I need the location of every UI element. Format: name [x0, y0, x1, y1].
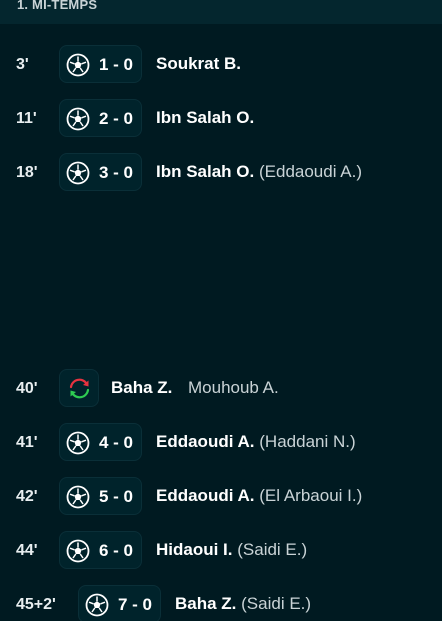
event-score: 1 - 0 — [99, 55, 134, 74]
match-events-panel: 1. MI-TEMPS 3' 1 - 0 Soukrat B. 11' 2 - … — [0, 0, 442, 621]
goal-scorer[interactable]: Ibn Salah O. — [156, 108, 254, 128]
event-minute: 45+2' — [16, 596, 56, 613]
substitution-icon — [69, 378, 90, 399]
event-minute: 3' — [16, 56, 29, 73]
event-minute: 41' — [16, 434, 38, 451]
assist-player[interactable]: (El Arbaoui I.) — [259, 486, 362, 505]
soccer-ball-icon — [66, 53, 90, 77]
soccer-ball-icon — [66, 107, 90, 131]
event-score: 7 - 0 — [118, 595, 153, 614]
event-score: 2 - 0 — [99, 109, 134, 128]
goal-badge: 2 - 0 — [59, 99, 142, 137]
soccer-ball-icon — [66, 539, 90, 563]
goal-event-row[interactable]: 42' 5 - 0 Eddaoudi A. (El Arbaoui I.) — [0, 477, 442, 517]
substitution-player-out[interactable]: Mouhoub A. — [188, 378, 279, 398]
period-header: 1. MI-TEMPS — [0, 0, 442, 24]
goal-scorer[interactable]: Soukrat B. — [156, 54, 241, 74]
event-minute: 11' — [16, 110, 37, 127]
goal-badge: 6 - 0 — [59, 531, 142, 569]
goal-badge: 3 - 0 — [59, 153, 142, 191]
goal-event-row[interactable]: 3' 1 - 0 Soukrat B. — [0, 45, 442, 85]
goal-scorer[interactable]: Eddaoudi A. (Haddani N.) — [156, 432, 356, 452]
substitution-badge — [59, 369, 99, 407]
goal-scorer[interactable]: Hidaoui I. (Saidi E.) — [156, 540, 307, 560]
soccer-ball-icon — [66, 485, 90, 509]
goal-badge: 4 - 0 — [59, 423, 142, 461]
goal-scorer[interactable]: Baha Z. (Saidi E.) — [175, 594, 311, 614]
assist-player[interactable]: (Saidi E.) — [241, 594, 311, 613]
event-minute: 18' — [16, 164, 38, 181]
assist-player[interactable]: (Saidi E.) — [237, 540, 307, 559]
event-score: 3 - 0 — [99, 163, 134, 182]
goal-badge: 5 - 0 — [59, 477, 142, 515]
period-title: 1. MI-TEMPS — [17, 0, 98, 12]
goal-scorer[interactable]: Eddaoudi A. (El Arbaoui I.) — [156, 486, 362, 506]
goal-scorer[interactable]: Ibn Salah O. (Eddaoudi A.) — [156, 162, 362, 182]
soccer-ball-icon — [85, 593, 109, 617]
goal-badge: 1 - 0 — [59, 45, 142, 83]
event-minute: 42' — [16, 488, 38, 505]
event-minute: 44' — [16, 542, 38, 559]
goal-event-row[interactable]: 44' 6 - 0 Hidaoui I. (Saidi E.) — [0, 531, 442, 571]
goal-event-row[interactable]: 41' 4 - 0 Eddaoudi A. (Haddani N.) — [0, 423, 442, 463]
assist-player[interactable]: (Haddani N.) — [259, 432, 355, 451]
event-score: 4 - 0 — [99, 433, 134, 452]
goal-event-row[interactable]: 11' 2 - 0 Ibn Salah O. — [0, 99, 442, 139]
substitution-event-row[interactable]: 40' Baha Z. Mouhoub A. — [0, 369, 442, 409]
goal-badge: 7 - 0 — [78, 585, 161, 621]
event-score: 5 - 0 — [99, 487, 134, 506]
goal-event-row[interactable]: 18' 3 - 0 Ibn Salah O. (Eddaoudi A.) — [0, 153, 442, 193]
soccer-ball-icon — [66, 161, 90, 185]
assist-player[interactable]: (Eddaoudi A.) — [259, 162, 362, 181]
soccer-ball-icon — [66, 431, 90, 455]
goal-event-row[interactable]: 45+2' 7 - 0 Baha Z. (Saidi E.) — [0, 585, 442, 621]
substitution-player-in[interactable]: Baha Z. — [111, 378, 172, 398]
event-score: 6 - 0 — [99, 541, 134, 560]
event-minute: 40' — [16, 380, 38, 397]
